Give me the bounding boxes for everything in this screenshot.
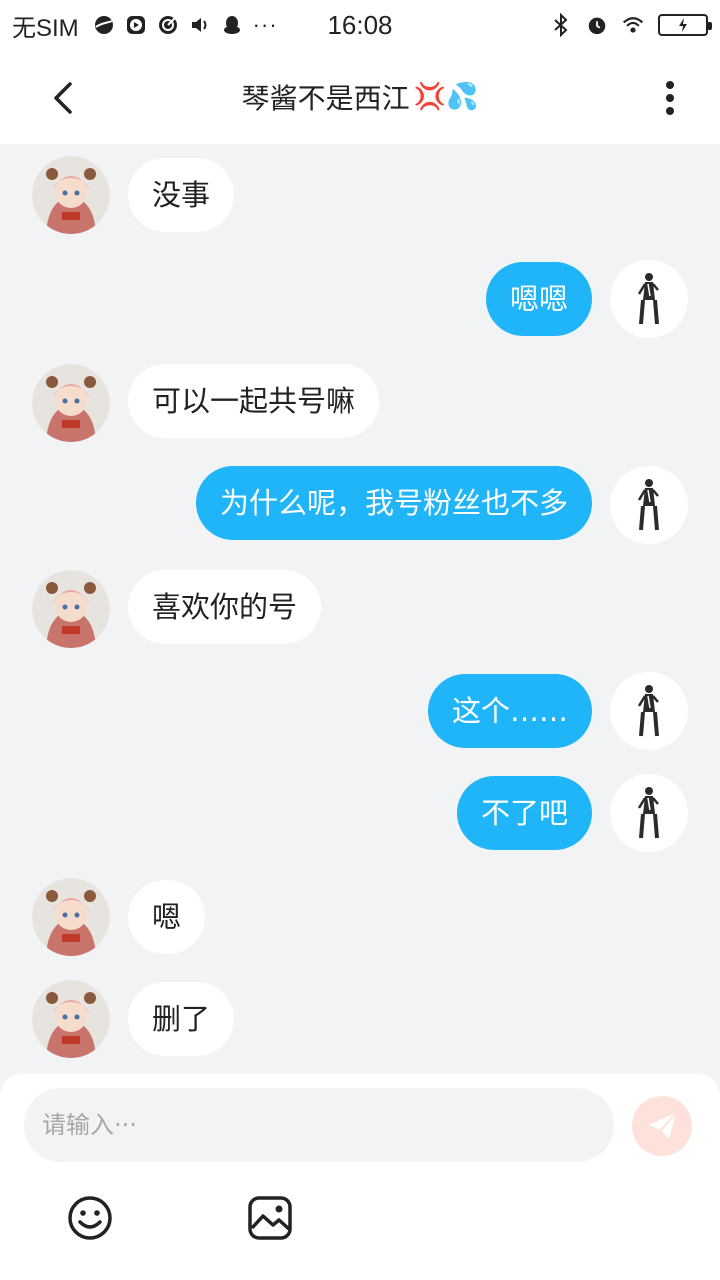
title-emoji-icons: 💢💦 (413, 82, 479, 112)
contact-avatar[interactable] (32, 156, 110, 234)
message-composer (0, 1074, 720, 1280)
contact-avatar[interactable] (32, 364, 110, 442)
wifi-icon (622, 14, 644, 36)
message-row: 嗯 (0, 878, 720, 958)
image-icon (248, 1196, 292, 1240)
contact-avatar[interactable] (32, 878, 110, 956)
incoming-message-bubble[interactable]: 可以一起共号嘛 (128, 364, 380, 438)
back-button[interactable] (40, 74, 88, 122)
message-row: 嗯嗯 (0, 260, 720, 340)
message-row: 删了 (0, 980, 720, 1060)
outgoing-message-bubble[interactable]: 为什么呢，我号粉丝也不多 (195, 466, 592, 540)
user-avatar[interactable] (610, 774, 688, 852)
bluetooth-icon (550, 13, 572, 37)
volume-icon (189, 14, 211, 36)
browser-icon (93, 14, 115, 36)
more-options-button[interactable] (646, 74, 694, 122)
status-right (550, 13, 712, 37)
chat-title: 琴酱不是西江 💢💦 (242, 77, 479, 117)
message-row: 这个…… (0, 672, 720, 752)
send-button[interactable] (632, 1096, 692, 1156)
user-avatar[interactable] (610, 672, 688, 750)
incoming-message-bubble[interactable]: 喜欢你的号 (128, 570, 322, 644)
more-notifications: ··· (252, 12, 278, 37)
incoming-message-bubble[interactable]: 没事 (128, 158, 235, 232)
chat-title-text: 琴酱不是西江 (241, 82, 410, 115)
image-button[interactable] (246, 1194, 294, 1242)
emoji-button[interactable] (66, 1194, 114, 1242)
message-row: 喜欢你的号 (0, 570, 720, 650)
incoming-message-bubble[interactable]: 嗯 (128, 880, 206, 954)
battery-icon (658, 14, 712, 36)
incoming-message-bubble[interactable]: 删了 (128, 982, 235, 1056)
chat-header: 琴酱不是西江 💢💦 (0, 50, 720, 144)
contact-avatar[interactable] (32, 570, 110, 648)
smiley-icon (68, 1196, 112, 1240)
message-row: 没事 (0, 156, 720, 236)
target-icon (157, 14, 179, 36)
carrier-label: 无SIM (12, 14, 79, 42)
chat-messages[interactable]: 没事 嗯嗯 可以一起共号嘛 为什么呢，我号粉丝也不多 喜欢你的号 这个…… 不了… (0, 144, 720, 1074)
outgoing-message-bubble[interactable]: 这个…… (427, 674, 592, 748)
status-left: 无SIM ··· (12, 8, 278, 43)
message-input[interactable] (24, 1088, 614, 1162)
outgoing-message-bubble[interactable]: 不了吧 (456, 776, 592, 850)
message-row: 可以一起共号嘛 (0, 364, 720, 444)
user-avatar[interactable] (610, 260, 688, 338)
status-bar: 无SIM ··· 16:08 (0, 0, 720, 50)
play-icon (125, 14, 147, 36)
alarm-icon (586, 14, 608, 36)
contact-avatar[interactable] (32, 980, 110, 1058)
message-row: 不了吧 (0, 774, 720, 854)
qq-penguin-icon (221, 14, 243, 36)
message-row: 为什么呢，我号粉丝也不多 (0, 466, 720, 546)
user-avatar[interactable] (610, 466, 688, 544)
outgoing-message-bubble[interactable]: 嗯嗯 (485, 262, 592, 336)
send-plane-icon (648, 1112, 677, 1139)
